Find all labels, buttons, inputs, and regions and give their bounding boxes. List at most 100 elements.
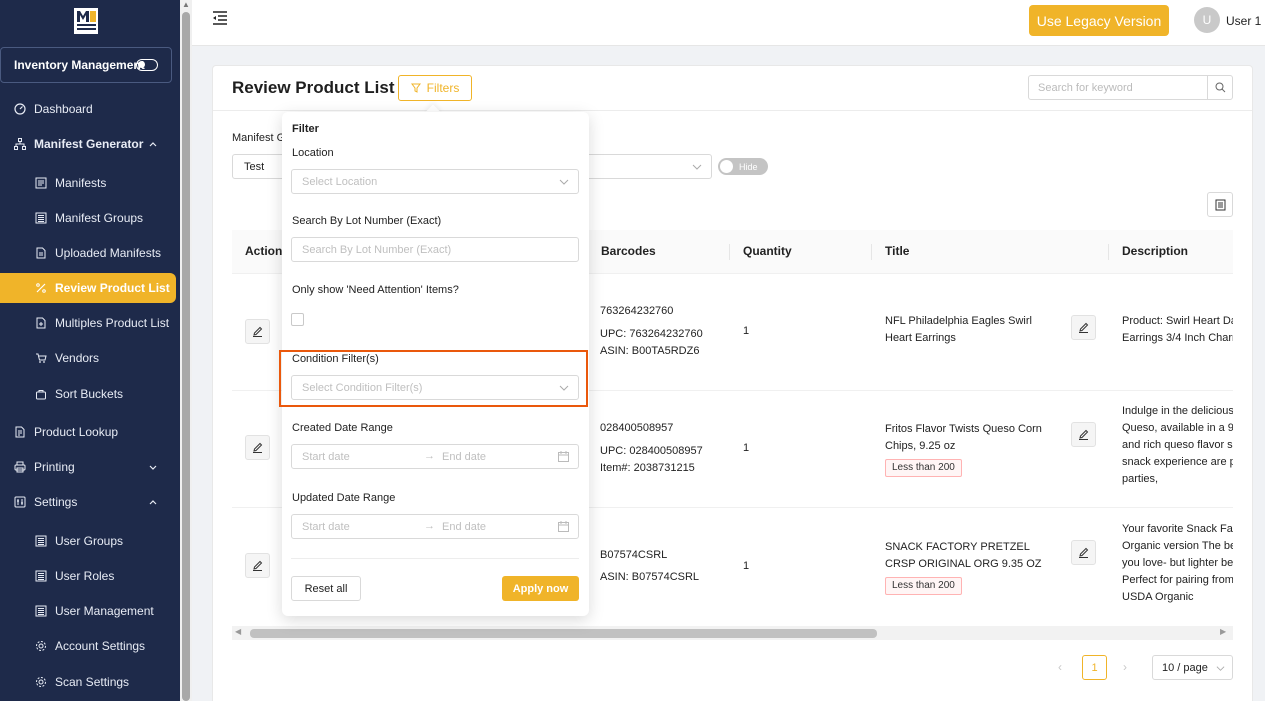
sidebar-item-label: Account Settings	[55, 639, 146, 653]
reset-all-button[interactable]: Reset all	[291, 576, 361, 601]
edit-title-button[interactable]	[1071, 315, 1096, 340]
edit-title-button[interactable]	[1071, 540, 1096, 565]
sidebar-item-scan-settings[interactable]: Scan Settings	[0, 667, 176, 697]
product-title: SNACK FACTORY PRETZEL CRSP ORIGINAL ORG …	[885, 539, 1060, 595]
sidebar-item-label: Review Product List	[55, 281, 170, 295]
barcode-value: B07574CSRL	[600, 549, 668, 561]
sidebar-item-vendors[interactable]: Vendors	[0, 343, 176, 373]
condition-filter-select[interactable]: Select Condition Filter(s)	[291, 375, 579, 400]
edit-title-button[interactable]	[1071, 422, 1096, 447]
end-date-input[interactable]: End date	[442, 521, 486, 533]
edit-icon	[1079, 429, 1089, 440]
sidebar-item-uploaded-manifests[interactable]: Uploaded Manifests	[0, 238, 176, 268]
chevron-up-icon	[149, 142, 157, 147]
sidebar-item-account-settings[interactable]: Account Settings	[0, 631, 176, 661]
condition-filter-placeholder: Select Condition Filter(s)	[302, 381, 423, 394]
search-input[interactable]: Search for keyword	[1028, 75, 1208, 100]
location-select[interactable]: Select Location	[291, 169, 579, 194]
scroll-left-arrow-icon[interactable]: ◀	[235, 627, 241, 636]
inventory-management-label: Inventory Management	[14, 58, 145, 72]
column-settings-button[interactable]	[1207, 192, 1233, 217]
chevron-down-icon	[149, 465, 157, 470]
column-separator	[1108, 244, 1109, 260]
chevron-down-icon	[559, 385, 569, 391]
sidebar-item-product-lookup[interactable]: Product Lookup	[0, 417, 176, 447]
sidebar-item-settings[interactable]: Settings	[0, 487, 176, 517]
product-description: Indulge in the delicious taste of Queso,…	[1122, 403, 1233, 493]
updated-date-label: Updated Date Range	[292, 492, 396, 504]
sidebar-item-label: Multiples Product List	[55, 316, 170, 330]
column-header-quantity: Quantity	[743, 244, 792, 258]
sidebar-item-sort-buckets[interactable]: Sort Buckets	[0, 379, 176, 409]
column-header-barcodes: Barcodes	[601, 244, 656, 258]
edit-icon	[253, 326, 263, 337]
divider	[213, 110, 1252, 111]
manifest-group-label: Manifest G	[232, 132, 286, 144]
apply-now-button[interactable]: Apply now	[502, 576, 579, 601]
chevron-down-icon	[559, 179, 569, 185]
filter-icon	[410, 83, 421, 93]
sidebar-item-review-product-list[interactable]: Review Product List	[0, 273, 176, 303]
column-header-description: Description	[1122, 244, 1189, 258]
toggle-switch[interactable]	[136, 59, 158, 71]
page-number-button[interactable]: 1	[1082, 655, 1107, 680]
table-scroll-thumb[interactable]	[250, 629, 877, 638]
sidebar-item-label: Manifests	[55, 176, 107, 190]
filters-button[interactable]: Filters	[398, 75, 472, 101]
users-icon	[35, 605, 47, 617]
barcode-value: 028400508957	[600, 422, 674, 434]
scroll-right-arrow-icon[interactable]: ▶	[1220, 627, 1226, 636]
sidebar-item-label: User Management	[55, 604, 154, 618]
need-attention-checkbox[interactable]	[291, 313, 304, 326]
menu-fold-icon[interactable]	[212, 11, 228, 25]
avatar[interactable]: U	[1194, 7, 1220, 33]
cart-icon	[35, 352, 47, 364]
location-label: Location	[292, 147, 334, 159]
next-page-icon[interactable]: ›	[1123, 660, 1127, 674]
edit-row-button[interactable]	[245, 319, 270, 344]
barcode-value: 763264232760	[600, 305, 674, 317]
updated-date-range-picker[interactable]: Start date → End date	[291, 514, 579, 539]
sidebar-item-multiples-product-list[interactable]: Multiples Product List	[0, 308, 176, 338]
filters-button-label: Filters	[426, 81, 460, 95]
sidebar-item-dashboard[interactable]: Dashboard	[0, 94, 176, 124]
use-legacy-version-button[interactable]: Use Legacy Version	[1029, 5, 1169, 36]
column-separator	[729, 244, 730, 260]
edit-row-button[interactable]	[245, 435, 270, 460]
search-icon	[1215, 82, 1225, 93]
sidebar-item-printing[interactable]: Printing	[0, 452, 176, 482]
sidebar-item-user-groups[interactable]: User Groups	[0, 526, 176, 556]
sidebar-item-manifest-generator[interactable]: Manifest Generator	[0, 129, 176, 159]
description-text: Product: Swirl Heart Dangle Earrings 3/4…	[1122, 315, 1233, 344]
edit-row-button[interactable]	[245, 553, 270, 578]
search-button[interactable]	[1207, 75, 1233, 100]
page-size-select[interactable]: 10 / page	[1152, 655, 1233, 680]
divider	[291, 558, 579, 559]
description-text: Indulge in the delicious taste of Queso,…	[1122, 405, 1233, 485]
page-title: Review Product List	[232, 78, 395, 97]
prev-page-icon[interactable]: ‹	[1058, 660, 1062, 674]
sidebar-item-label: Manifest Generator	[34, 137, 144, 151]
created-date-range-picker[interactable]: Start date → End date	[291, 444, 579, 469]
user-name[interactable]: User 1	[1226, 14, 1261, 28]
inventory-management-toggle[interactable]: Inventory Management	[0, 47, 172, 83]
lot-number-input[interactable]: Search By Lot Number (Exact)	[291, 237, 579, 262]
column-header-action: Action	[245, 244, 283, 258]
product-title-text: Fritos Flavor Twists Queso Corn Chips, 9…	[885, 423, 1042, 452]
end-date-input[interactable]: End date	[442, 451, 486, 463]
sidebar-item-user-management[interactable]: User Management	[0, 596, 176, 626]
scroll-up-arrow-icon[interactable]: ▲	[181, 0, 191, 10]
start-date-input[interactable]: Start date	[302, 451, 350, 463]
sidebar-item-label: Product Lookup	[34, 425, 119, 439]
sidebar-item-manifests[interactable]: Manifests	[0, 168, 176, 198]
sidebar-item-manifest-groups[interactable]: Manifest Groups	[0, 203, 176, 233]
chevron-down-icon	[692, 164, 702, 170]
column-header-title: Title	[885, 244, 910, 258]
sidebar-item-user-roles[interactable]: User Roles	[0, 561, 176, 591]
start-date-input[interactable]: Start date	[302, 521, 350, 533]
sidebar-item-label: Manifest Groups	[55, 211, 144, 225]
sidebar-scroll-thumb[interactable]	[182, 12, 190, 701]
roles-icon	[35, 570, 47, 582]
lot-number-label: Search By Lot Number (Exact)	[292, 215, 442, 227]
hide-toggle[interactable]: Hide	[718, 158, 768, 175]
